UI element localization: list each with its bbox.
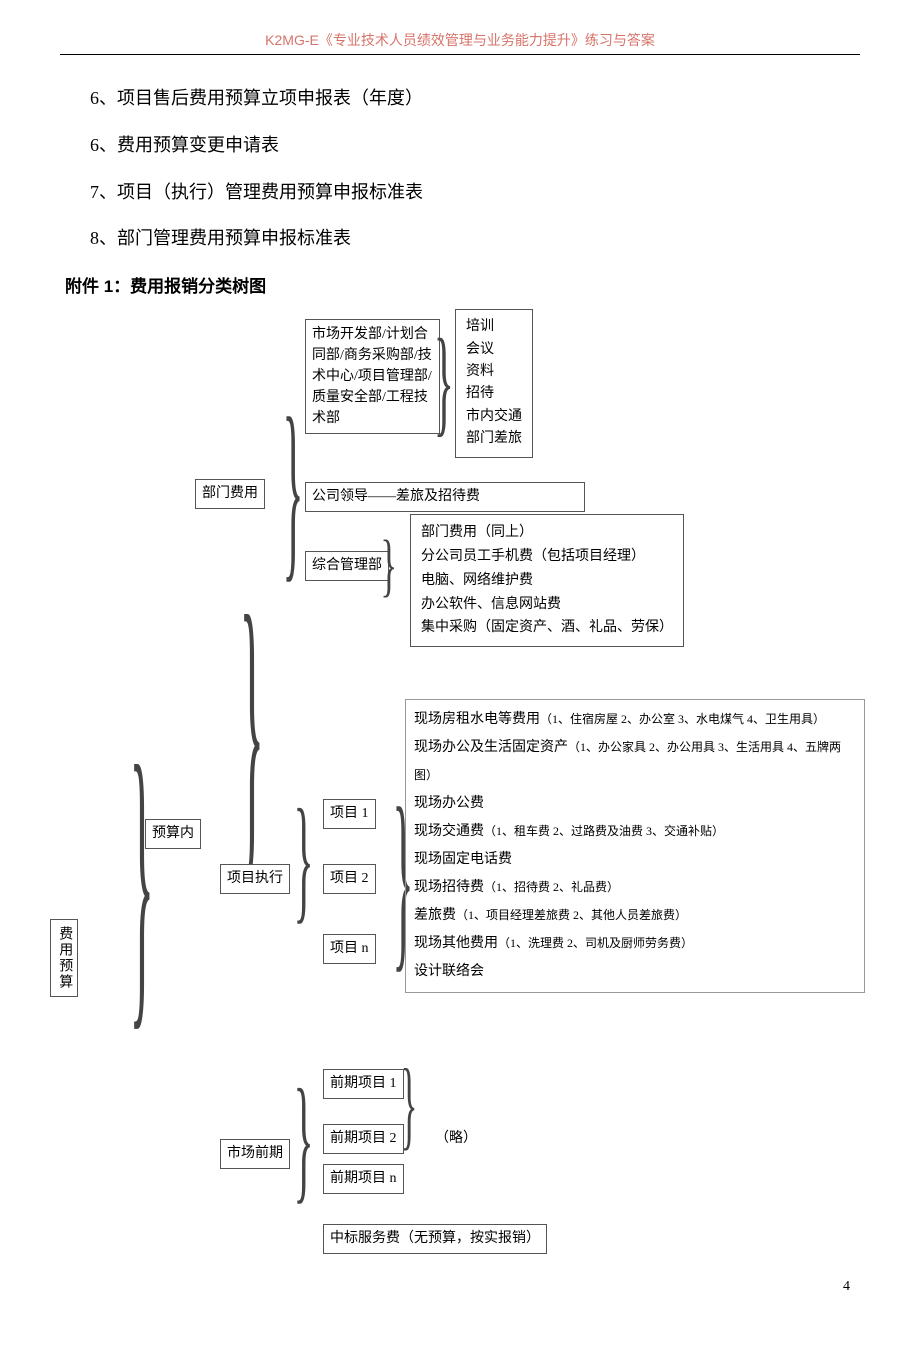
page-header: K2MG-E《专业技术人员绩效管理与业务能力提升》练习与答案 [60,30,860,50]
pren-node: 前期项目 n [323,1164,404,1194]
tree-diagram: 费用预算 } 预算内 } 部门费用 } 市场开发部/计划合同部/商务采购部/技术… [60,279,860,1259]
brace-icon: } [294,1069,314,1209]
deptcost-node: 部门费用 [195,479,265,509]
genmgt-item: 电脑、网络维护费 [421,569,673,593]
brace-icon: } [380,531,397,601]
projn-node: 项目 n [323,934,376,964]
inbudget-node: 预算内 [145,819,201,849]
detail-line: 差旅费（1、项目经理差旅费 2、其他人员差旅费） [414,902,856,930]
dept-item: 招待 [466,383,522,405]
projexec-node: 项目执行 [220,864,290,894]
list-item: 6、项目售后费用预算立项申报表（年度） [90,75,860,122]
genmgt-node: 综合管理部 [305,551,389,581]
brace-icon: } [130,719,155,1039]
pre1-node: 前期项目 1 [323,1069,404,1099]
preproj-node: 市场前期 [220,1139,290,1169]
genmgt-item: 部门费用（同上） [421,521,673,545]
genmgt-item: 办公软件、信息网站费 [421,593,673,617]
genmgt-item: 分公司员工手机费（包括项目经理） [421,545,673,569]
dept-item: 市内交通 [466,406,522,428]
genmgt-item: 集中采购（固定资产、酒、礼品、劳保） [421,616,673,640]
detail-line: 现场房租水电等费用（1、住宿房屋 2、办公室 3、水电煤气 4、卫生用具） [414,706,856,734]
brace-icon: } [282,389,303,589]
numbered-list: 6、项目售后费用预算立项申报表（年度） 6、费用预算变更申请表 7、项目（执行）… [60,75,860,262]
departments-box: 市场开发部/计划合同部/商务采购部/技术中心/项目管理部/质量安全部/工程技术部 [305,319,440,434]
brace-icon: } [434,321,454,441]
proj1-node: 项目 1 [323,799,376,829]
bidfee-box: 中标服务费（无预算，按实报销） [323,1224,547,1254]
detail-line: 现场交通费（1、租车费 2、过路费及油费 3、交通补贴） [414,818,856,846]
root-node: 费用预算 [50,919,78,997]
header-rule [60,54,860,55]
list-item: 6、费用预算变更申请表 [90,122,860,169]
dept-item: 部门差旅 [466,428,522,450]
leader-box: 公司领导——差旅及招待费 [305,482,585,512]
proj-details-box: 现场房租水电等费用（1、住宿房屋 2、办公室 3、水电煤气 4、卫生用具） 现场… [405,699,865,993]
pre-note: （略） [435,1129,477,1149]
detail-line: 现场办公费 [414,790,856,818]
detail-line: 现场其他费用（1、洗理费 2、司机及厨师劳务费） [414,930,856,958]
dept-items-box: 培训 会议 资料 招待 市内交通 部门差旅 [455,309,533,457]
proj2-node: 项目 2 [323,864,376,894]
dept-item: 资料 [466,361,522,383]
dept-item: 培训 [466,316,522,338]
brace-icon: } [294,789,314,929]
detail-line: 现场办公及生活固定资产（1、办公家具 2、办公用具 3、生活用具 4、五牌两图） [414,734,856,790]
pre2-node: 前期项目 2 [323,1124,404,1154]
detail-line: 现场固定电话费 [414,846,856,874]
genmgt-items-box: 部门费用（同上） 分公司员工手机费（包括项目经理） 电脑、网络维护费 办公软件、… [410,514,684,647]
detail-line: 设计联络会 [414,958,856,986]
list-item: 8、部门管理费用预算申报标准表 [90,215,860,262]
list-item: 7、项目（执行）管理费用预算申报标准表 [90,169,860,216]
dept-item: 会议 [466,339,522,361]
brace-icon: } [240,569,265,889]
detail-line: 现场招待费（1、招待费 2、礼品费） [414,874,856,902]
page-number: 4 [60,1279,860,1295]
